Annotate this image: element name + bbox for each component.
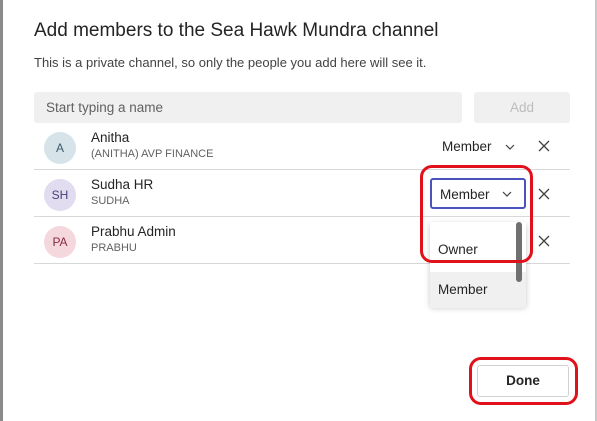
member-subtitle: (ANITHA) AVP FINANCE — [91, 148, 214, 160]
highlight-role-dropdown — [420, 165, 533, 263]
avatar: A — [44, 132, 76, 164]
done-button[interactable]: Done — [477, 365, 569, 397]
window-left-edge — [0, 0, 3, 421]
search-input[interactable]: Start typing a name — [34, 92, 462, 123]
search-placeholder: Start typing a name — [46, 100, 164, 115]
member-row-anitha: A Anitha (ANITHA) AVP FINANCE Member — [34, 124, 570, 170]
dialog-title: Add members to the Sea Hawk Mundra chann… — [34, 20, 439, 41]
member-name: Sudha HR — [91, 177, 154, 192]
member-name: Anitha — [91, 130, 130, 145]
role-select[interactable]: Member — [442, 139, 515, 154]
avatar: SH — [44, 179, 76, 211]
member-name: Prabhu Admin — [91, 224, 176, 239]
option-member[interactable]: Member — [430, 272, 526, 308]
close-icon[interactable] — [537, 234, 551, 248]
member-subtitle: PRABHU — [91, 242, 137, 254]
dialog-subtitle: This is a private channel, so only the p… — [34, 55, 427, 70]
close-icon[interactable] — [537, 187, 551, 201]
role-value: Member — [442, 139, 492, 154]
chevron-down-icon — [505, 145, 515, 151]
avatar: PA — [44, 226, 76, 258]
close-icon[interactable] — [537, 139, 551, 153]
member-subtitle: SUDHA — [91, 195, 130, 207]
add-button[interactable]: Add — [474, 92, 570, 123]
